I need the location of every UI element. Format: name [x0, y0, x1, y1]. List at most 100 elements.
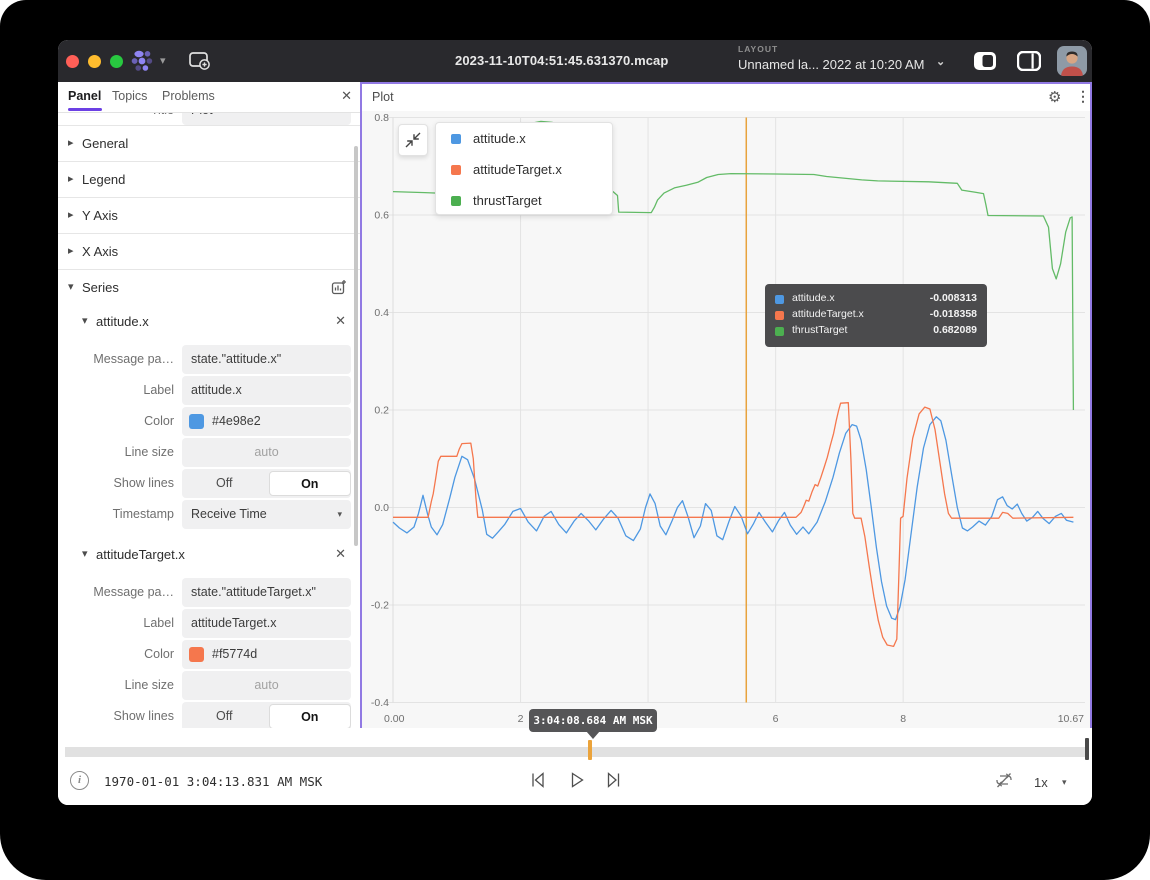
- info-icon[interactable]: i: [70, 771, 89, 790]
- timestamp-select[interactable]: Receive Time▾: [182, 500, 351, 529]
- tooltip-swatch: [775, 327, 784, 336]
- y-axis-tick-label: 0.0: [374, 502, 389, 514]
- chevron-down-icon: ▾: [82, 314, 88, 327]
- sidebar-tabbar: Panel Topics Problems ✕: [58, 82, 360, 113]
- section-x-axis[interactable]: ▸ X Axis: [58, 233, 360, 269]
- titlebar: ▾ 2023-11-10T04:51:45.631370.mcap LAYOUT…: [58, 40, 1092, 82]
- field-input[interactable]: auto: [182, 438, 351, 467]
- field-row-color: Color#4e98e2: [58, 407, 360, 436]
- playhead-marker[interactable]: [588, 740, 592, 760]
- series-entry-header[interactable]: ▾ attitude.x ✕: [58, 305, 360, 339]
- foxglove-logo-icon[interactable]: [130, 49, 156, 78]
- field-label: Label: [143, 609, 174, 638]
- series-entry-header[interactable]: ▾ attitudeTarget.x ✕: [58, 538, 360, 572]
- section-series[interactable]: ▾ Series: [58, 269, 360, 305]
- panel-menu-kebab-icon[interactable]: ⋮: [1076, 88, 1090, 105]
- tooltip-series-value: -0.018358: [930, 308, 977, 320]
- field-input[interactable]: #f5774d: [182, 640, 351, 669]
- toggle-option-on[interactable]: On: [269, 471, 352, 496]
- add-series-icon[interactable]: [331, 279, 347, 300]
- title-field-input[interactable]: Plot: [182, 113, 351, 125]
- series-name: attitudeTarget.x: [96, 547, 185, 562]
- toggle-option-on[interactable]: On: [269, 704, 352, 728]
- playback-speed[interactable]: 1x: [1034, 775, 1048, 790]
- section-label: Series: [82, 280, 119, 295]
- panel-settings-gear-icon[interactable]: ⚙: [1048, 88, 1061, 106]
- sidebar-scrollbar[interactable]: [354, 146, 358, 546]
- field-input[interactable]: state."attitude.x": [182, 345, 351, 374]
- remove-series-icon[interactable]: ✕: [335, 313, 346, 329]
- y-axis-tick-label: 0.6: [374, 210, 389, 222]
- section-y-axis[interactable]: ▸ Y Axis: [58, 197, 360, 233]
- legend-collapse-button[interactable]: [398, 124, 428, 156]
- field-input[interactable]: state."attitudeTarget.x": [182, 578, 351, 607]
- chevron-down-icon[interactable]: ▾: [160, 54, 166, 67]
- legend-item[interactable]: thrustTarget: [436, 185, 612, 216]
- plot-panel-header[interactable]: Plot ⚙ ⋮: [362, 84, 1090, 111]
- x-axis-tick-label: 10.67: [1058, 713, 1084, 725]
- field-input[interactable]: auto: [182, 671, 351, 700]
- field-row-show-lines: Show lines OffOn: [58, 469, 360, 498]
- left-sidebar-toggle-icon[interactable]: [973, 51, 997, 76]
- section-label: X Axis: [82, 244, 118, 259]
- seek-backward-button[interactable]: [528, 770, 548, 795]
- legend-label: attitude.x: [473, 131, 526, 146]
- field-input[interactable]: #4e98e2: [182, 407, 351, 436]
- data-source-filename[interactable]: 2023-11-10T04:51:45.631370.mcap: [455, 53, 668, 68]
- field-input[interactable]: attitude.x: [182, 376, 351, 405]
- field-row-line-size: Line sizeauto: [58, 671, 360, 700]
- layout-caption: LAYOUT: [738, 45, 924, 54]
- field-row-line-size: Line sizeauto: [58, 438, 360, 467]
- user-avatar[interactable]: [1057, 46, 1087, 76]
- tab-panel[interactable]: Panel: [68, 89, 101, 103]
- close-sidebar-icon[interactable]: ✕: [341, 88, 352, 104]
- section-general[interactable]: ▸ General: [58, 125, 360, 161]
- timeline-end-marker: [1085, 738, 1089, 760]
- current-timestamp[interactable]: 1970-01-01 3:04:13.831 AM MSK: [104, 774, 322, 789]
- plot-legend[interactable]: attitude.x attitudeTarget.x thrustTarget: [435, 122, 613, 215]
- remove-series-icon[interactable]: ✕: [335, 546, 346, 562]
- y-axis-tick-label: -0.2: [371, 600, 389, 612]
- right-sidebar-toggle-icon[interactable]: [1017, 51, 1041, 76]
- x-axis-tick-label: 2: [518, 713, 524, 725]
- field-input[interactable]: attitudeTarget.x: [182, 609, 351, 638]
- tooltip-series-label: thrustTarget: [792, 324, 847, 336]
- show-lines-toggle[interactable]: OffOn: [182, 702, 351, 728]
- timeline-scrubber-track[interactable]: [65, 747, 1085, 757]
- tooltip-series-label: attitudeTarget.x: [792, 308, 864, 320]
- chevron-down-icon: ▾: [337, 500, 342, 529]
- zoom-window-button[interactable]: [110, 55, 123, 68]
- loop-playback-off-icon[interactable]: [994, 770, 1014, 795]
- plot-panel[interactable]: Plot ⚙ ⋮ 0.80.60.40.20.0-0.2-0.40.002468…: [360, 82, 1092, 728]
- layout-chevron-down-icon[interactable]: ⌄: [936, 55, 945, 68]
- speed-chevron-down-icon[interactable]: ▾: [1062, 777, 1067, 788]
- add-panel-icon[interactable]: [188, 50, 212, 77]
- field-row-timestamp: Timestamp Receive Time▾: [58, 500, 360, 529]
- tab-problems[interactable]: Problems: [162, 89, 215, 103]
- main-area: Panel Topics Problems ✕ Title Plot ▸ Gen…: [58, 82, 1092, 728]
- legend-item[interactable]: attitude.x: [436, 123, 612, 154]
- legend-item[interactable]: attitudeTarget.x: [436, 154, 612, 185]
- close-window-button[interactable]: [66, 55, 79, 68]
- panel-title: Plot: [372, 90, 394, 104]
- title-field-label: Title: [151, 113, 174, 125]
- plot-hover-tooltip: attitude.x -0.008313 attitudeTarget.x -0…: [765, 284, 987, 347]
- layout-selector[interactable]: LAYOUT Unnamed la... 2022 at 10:20 AM: [738, 45, 924, 71]
- color-swatch[interactable]: [189, 647, 204, 662]
- toggle-option-off[interactable]: Off: [182, 469, 267, 498]
- toggle-option-off[interactable]: Off: [182, 702, 267, 728]
- play-button[interactable]: [567, 770, 587, 795]
- field-label: Show lines: [114, 469, 174, 498]
- minimize-window-button[interactable]: [88, 55, 101, 68]
- seek-forward-button[interactable]: [604, 770, 624, 795]
- tab-topics[interactable]: Topics: [112, 89, 147, 103]
- show-lines-toggle[interactable]: OffOn: [182, 469, 351, 498]
- chevron-down-icon: ▾: [68, 280, 74, 293]
- y-axis-tick-label: 0.4: [374, 307, 389, 319]
- section-legend[interactable]: ▸ Legend: [58, 161, 360, 197]
- settings-sidebar: Panel Topics Problems ✕ Title Plot ▸ Gen…: [58, 82, 360, 728]
- color-swatch[interactable]: [189, 414, 204, 429]
- sidebar-scroll-area[interactable]: Title Plot ▸ General ▸ Legend ▸ Y Axis ▸…: [58, 113, 360, 728]
- field-label: Timestamp: [113, 500, 174, 529]
- playback-bar: i 1970-01-01 3:04:13.831 AM MSK: [58, 728, 1092, 805]
